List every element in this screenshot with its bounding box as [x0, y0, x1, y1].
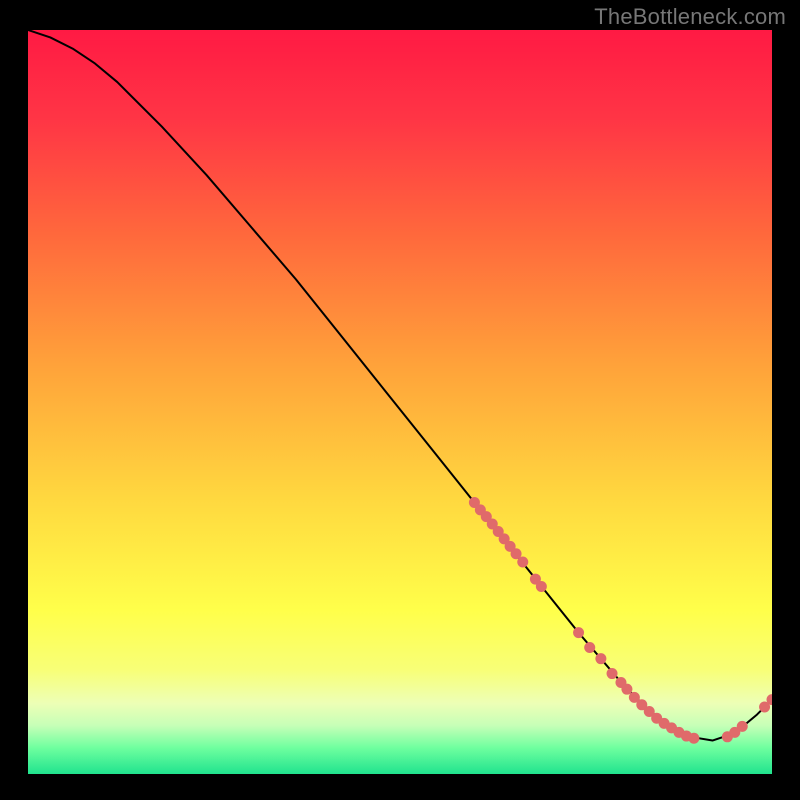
- chart-background: [28, 30, 772, 774]
- point-markers-valley: [573, 627, 584, 638]
- point-markers-descent: [536, 581, 547, 592]
- point-markers-valley: [688, 733, 699, 744]
- point-markers-valley: [607, 668, 618, 679]
- plot-svg: [28, 30, 772, 774]
- point-markers-valley: [621, 684, 632, 695]
- point-markers-upturn: [737, 721, 748, 732]
- chart-frame: TheBottleneck.com: [0, 0, 800, 800]
- point-markers-descent: [517, 556, 528, 567]
- point-markers-valley: [595, 653, 606, 664]
- point-markers-valley: [584, 642, 595, 653]
- plot-area: [28, 30, 772, 774]
- watermark-text: TheBottleneck.com: [594, 4, 786, 30]
